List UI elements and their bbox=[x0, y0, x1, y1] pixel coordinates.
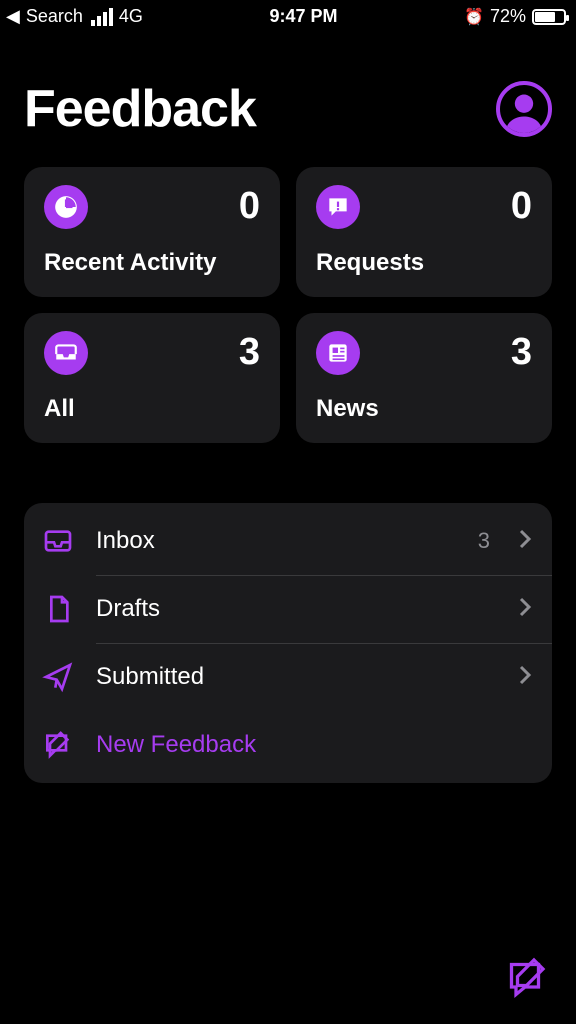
tile-all[interactable]: 3 All bbox=[24, 313, 280, 443]
paperplane-icon bbox=[40, 661, 76, 693]
battery-percent: 72% bbox=[490, 6, 526, 27]
compose-icon bbox=[504, 954, 552, 1002]
list-item-count: 3 bbox=[478, 528, 490, 554]
list-item-submitted[interactable]: Submitted bbox=[40, 643, 532, 711]
person-icon bbox=[502, 89, 546, 133]
list-item-new-feedback[interactable]: New Feedback bbox=[40, 711, 532, 779]
alert-bubble-icon bbox=[316, 185, 360, 229]
tile-count: 0 bbox=[239, 185, 260, 228]
signal-bars-icon bbox=[91, 8, 113, 26]
status-bar-time: 9:47 PM bbox=[269, 6, 337, 27]
network-type: 4G bbox=[119, 6, 143, 27]
tile-label: Recent Activity bbox=[44, 249, 260, 277]
compose-icon bbox=[40, 729, 76, 761]
chevron-right-icon bbox=[518, 665, 532, 690]
status-bar-right: ⏰ 72% bbox=[464, 6, 566, 27]
tile-count: 0 bbox=[511, 185, 532, 228]
list-item-label: Submitted bbox=[96, 663, 498, 691]
tray-icon bbox=[44, 331, 88, 375]
tile-news[interactable]: 3 News bbox=[296, 313, 552, 443]
tile-label: All bbox=[44, 395, 260, 423]
document-icon bbox=[40, 593, 76, 625]
list-item-drafts[interactable]: Drafts bbox=[40, 575, 532, 643]
tile-label: News bbox=[316, 395, 532, 423]
status-bar-left: ◀ Search 4G bbox=[6, 6, 143, 27]
back-caret-icon[interactable]: ◀ bbox=[6, 6, 20, 27]
clock-icon bbox=[44, 185, 88, 229]
inbox-icon bbox=[40, 525, 76, 557]
list-item-label: New Feedback bbox=[96, 731, 532, 759]
page-header: Feedback bbox=[0, 31, 576, 167]
folders-list: Inbox 3 Drafts Submitted New Feedback bbox=[24, 503, 552, 783]
alarm-icon: ⏰ bbox=[464, 7, 484, 27]
back-app-label[interactable]: Search bbox=[26, 6, 83, 27]
battery-fill bbox=[535, 12, 555, 22]
newspaper-icon bbox=[316, 331, 360, 375]
compose-fab-button[interactable] bbox=[504, 954, 552, 1002]
page-title: Feedback bbox=[24, 79, 256, 139]
status-bar: ◀ Search 4G 9:47 PM ⏰ 72% bbox=[0, 0, 576, 31]
list-item-label: Drafts bbox=[96, 595, 498, 623]
chevron-right-icon bbox=[518, 529, 532, 554]
chevron-right-icon bbox=[518, 597, 532, 622]
list-item-inbox[interactable]: Inbox 3 bbox=[40, 507, 532, 575]
summary-tiles: 0 Recent Activity 0 Requests 3 All 3 New… bbox=[0, 167, 576, 443]
tile-count: 3 bbox=[511, 331, 532, 374]
tile-recent-activity[interactable]: 0 Recent Activity bbox=[24, 167, 280, 297]
account-avatar-button[interactable] bbox=[496, 81, 552, 137]
tile-label: Requests bbox=[316, 249, 532, 277]
tile-requests[interactable]: 0 Requests bbox=[296, 167, 552, 297]
battery-icon bbox=[532, 9, 566, 25]
list-item-label: Inbox bbox=[96, 527, 458, 555]
tile-count: 3 bbox=[239, 331, 260, 374]
